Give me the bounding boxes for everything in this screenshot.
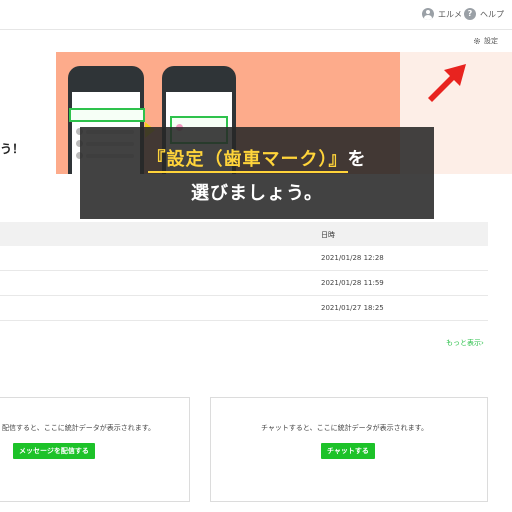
help-label: ヘルプ [480, 9, 504, 19]
table-header: 日時 [0, 222, 488, 246]
banner-title: う！ [0, 142, 25, 156]
gear-icon [474, 38, 480, 44]
date-column-header: 日時 [321, 231, 335, 239]
row-date: 2021/01/27 18:25 [321, 304, 384, 312]
settings-label: 設定 [484, 37, 498, 45]
help-icon: ? [464, 8, 476, 20]
table-row[interactable]: 2021/01/28 12:28 [0, 246, 488, 271]
chat-button[interactable]: チャットする [321, 443, 375, 459]
top-bar: エルメ ? ヘルプ [0, 0, 512, 30]
row-date: 2021/01/28 12:28 [321, 254, 384, 262]
instruction-suffix: を [347, 149, 367, 170]
message-stats-text: 配信すると、ここに統計データが表示されます。 [1, 424, 155, 432]
instruction-line-2: 選びましょう。 [191, 183, 323, 204]
settings-link[interactable]: 設定 [473, 36, 498, 46]
table-row[interactable]: 2021/01/27 18:25 [0, 296, 488, 321]
send-message-button[interactable]: メッセージを配信する [13, 443, 95, 459]
avatar-icon [422, 8, 434, 20]
instruction-highlight: 『設定（歯車マーク）』 [147, 149, 348, 173]
user-menu[interactable]: エルメ [422, 8, 462, 20]
help-link[interactable]: ? ヘルプ [464, 8, 504, 20]
phone-screen-header [72, 80, 140, 92]
table-row[interactable]: 2021/01/28 11:59 [0, 271, 488, 296]
phone-screen-header [166, 80, 232, 92]
show-more-link[interactable]: もっと表示› [446, 338, 484, 348]
user-name: エルメ [438, 9, 462, 19]
highlight-box [69, 108, 145, 122]
chevron-right-icon: › [481, 339, 484, 347]
instruction-line-1: 『設定（歯車マーク）』を [80, 145, 434, 173]
row-date: 2021/01/28 11:59 [321, 279, 384, 287]
chat-stats-card: チャットすると、ここに統計データが表示されます。 チャットする [210, 397, 488, 502]
chat-stats-text: チャットすると、ここに統計データが表示されます。 [261, 424, 428, 432]
red-arrow-icon [428, 64, 466, 102]
message-stats-card: 配信すると、ここに統計データが表示されます。 メッセージを配信する [0, 397, 190, 502]
instruction-overlay: 『設定（歯車マーク）』を 選びましょう。 [80, 127, 434, 219]
show-more-label: もっと表示 [446, 339, 481, 347]
